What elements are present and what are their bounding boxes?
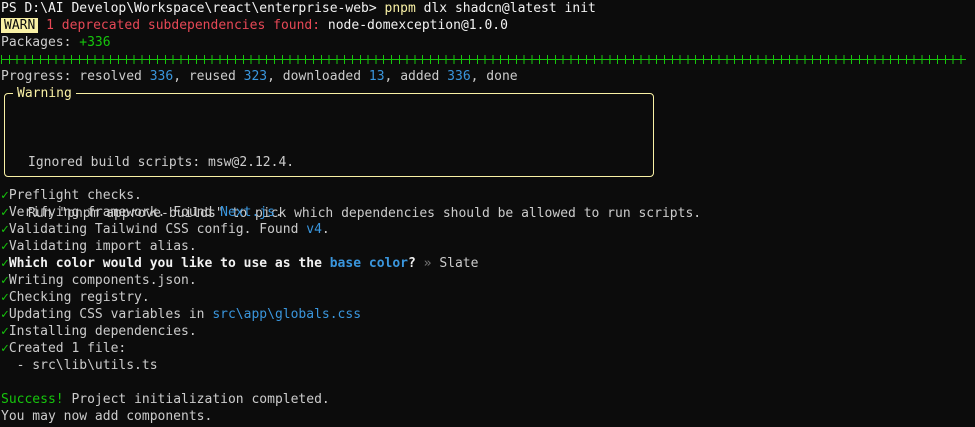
step-framework-suffix: .: [274, 205, 283, 220]
step-css-vars: ✓Updating CSS variables in src\app\globa…: [1, 306, 975, 323]
step-tailwind: ✓Validating Tailwind CSS config. Found v…: [1, 221, 975, 238]
check-icon: ✓: [1, 239, 9, 254]
warn-message: 1 deprecated subdependencies found:: [38, 18, 328, 33]
step-framework-value: Next.js: [220, 205, 275, 220]
check-icon: ✓: [1, 273, 9, 288]
progress-reused: 323: [243, 69, 268, 84]
step-css-vars-path: src\app\globals.css: [212, 307, 362, 322]
check-icon: ✓: [1, 256, 9, 271]
step-registry-text: Checking registry.: [8, 290, 150, 305]
color-question-text: Which color would you like to use as the: [8, 256, 330, 271]
warn-badge: WARN: [1, 18, 39, 33]
step-css-vars-text: Updating CSS variables in: [8, 307, 213, 322]
step-alias-text: Validating import alias.: [8, 239, 197, 254]
step-created-text: Created 1 file:: [8, 341, 127, 356]
step-created: ✓Created 1 file:: [1, 340, 975, 357]
packages-count: +336: [79, 35, 111, 50]
check-icon: ✓: [1, 307, 9, 322]
step-framework: ✓Verifying framework. Found Next.js.: [1, 204, 975, 221]
progress-added-label: , added: [384, 69, 448, 84]
warning-box: Warning Ignored build scripts: msw@2.12.…: [4, 85, 701, 221]
warning-box-title: Warning: [13, 85, 76, 102]
success-text: Project initialization completed.: [63, 392, 330, 407]
prompt-path: PS D:\AI Develop\Workspace\react\enterpr…: [1, 1, 385, 16]
check-icon: ✓: [1, 222, 9, 237]
progress-resolved: 336: [149, 69, 174, 84]
success-label: Success!: [1, 392, 64, 407]
created-file-item: - src\lib\utils.ts: [1, 358, 158, 373]
next-steps-line: You may now add components.: [1, 409, 213, 424]
step-tailwind-value: v4: [306, 222, 322, 237]
progress-added: 336: [447, 69, 471, 84]
warn-line: WARN 1 deprecated subdependencies found:…: [1, 17, 975, 34]
color-separator: »: [415, 256, 440, 271]
packages-label: Packages:: [1, 35, 80, 50]
progress-bar-fill: [1, 55, 966, 64]
step-components-json: ✓Writing components.json.: [1, 272, 975, 289]
color-question-suffix: ?: [408, 256, 416, 271]
packages-line: Packages: +336: [1, 34, 975, 51]
step-alias: ✓Validating import alias.: [1, 238, 975, 255]
warning-line-ignored-scripts: Ignored build scripts: msw@2.12.4.: [28, 155, 295, 170]
progress-line: Progress: resolved 336, reused 323, down…: [1, 68, 975, 85]
step-preflight: ✓Preflight checks.: [1, 187, 975, 204]
step-color-question: ✓Which color would you like to use as th…: [1, 255, 975, 272]
step-framework-text: Verifying framework. Found: [8, 205, 221, 220]
command-prompt-line: PS D:\AI Develop\Workspace\react\enterpr…: [1, 0, 975, 17]
terminal-output: PS D:\AI Develop\Workspace\react\enterpr…: [1, 0, 975, 85]
command-name: pnpm: [384, 1, 416, 16]
init-steps: ✓Preflight checks. ✓Verifying framework.…: [1, 187, 975, 425]
color-question-highlight: base color: [329, 256, 409, 271]
step-tailwind-text: Validating Tailwind CSS config. Found: [8, 222, 307, 237]
check-icon: ✓: [1, 341, 9, 356]
step-preflight-text: Preflight checks.: [8, 188, 142, 203]
step-install-text: Installing dependencies.: [8, 324, 197, 339]
check-icon: ✓: [1, 324, 9, 339]
progress-done-label: , done: [470, 69, 518, 84]
step-install: ✓Installing dependencies.: [1, 323, 975, 340]
success-line: Success! Project initialization complete…: [1, 391, 975, 408]
progress-label: Progress: resolved: [1, 69, 150, 84]
check-icon: ✓: [1, 290, 9, 305]
command-args: dlx shadcn@latest init: [415, 1, 596, 16]
progress-bar: [1, 51, 975, 68]
check-icon: ✓: [1, 205, 9, 220]
progress-downloaded-label: , downloaded: [267, 69, 369, 84]
warn-package: node-domexception@1.0.0: [327, 18, 508, 33]
progress-downloaded: 13: [368, 69, 385, 84]
step-tailwind-suffix: .: [321, 222, 330, 237]
step-registry: ✓Checking registry.: [1, 289, 975, 306]
step-components-json-text: Writing components.json.: [8, 273, 197, 288]
color-answer: Slate: [439, 256, 479, 271]
check-icon: ✓: [1, 188, 9, 203]
progress-reused-label: , reused: [173, 69, 244, 84]
